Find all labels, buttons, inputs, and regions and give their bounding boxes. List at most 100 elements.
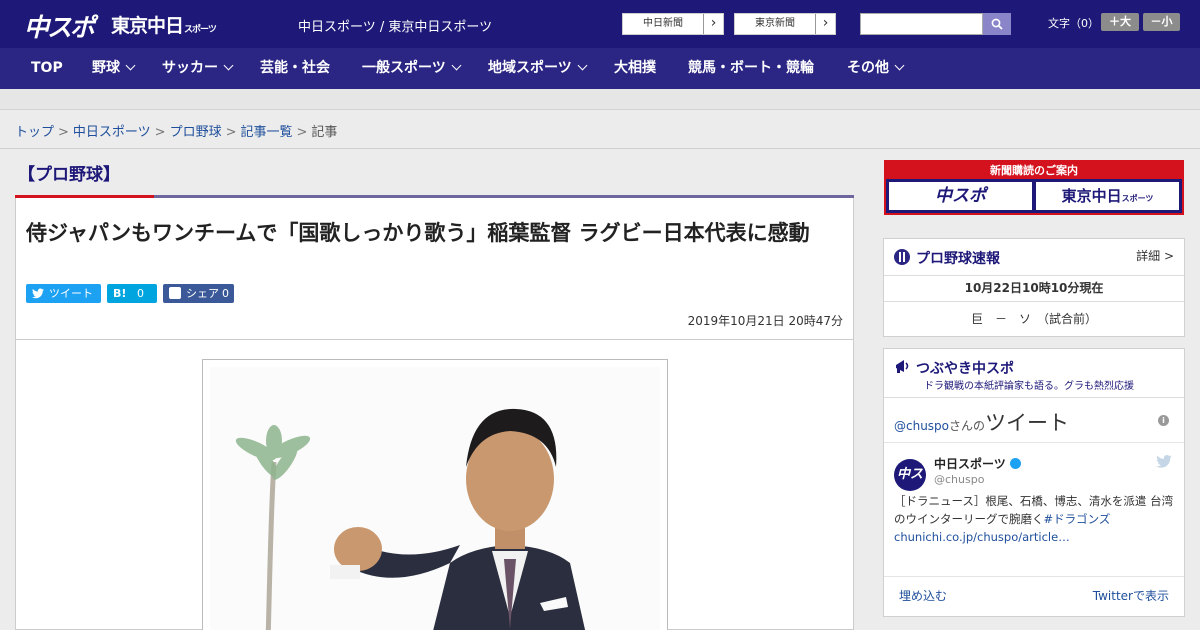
font-size-label: 文字（0）: [1048, 17, 1099, 30]
baseball-live-time: 10月22日10時10分現在: [964, 281, 1104, 295]
nav-soccer[interactable]: サッカー: [162, 48, 234, 89]
tokyo-chunichi-sports-link[interactable]: 東京中日スポーツ: [388, 20, 492, 35]
megaphone-icon: [896, 360, 909, 373]
article-headline: 侍ジャパンもワンチームで「国歌しっかり歌う」稲葉監督 ラグビー日本代表に感動: [26, 221, 810, 245]
tweet-body-text: ［ドラニュース］根尾、石橋、博志、清水を派遣 台湾のウインターリーグで腕磨く: [894, 494, 1174, 526]
tweet-body: ［ドラニュース］根尾、石橋、博志、清水を派遣 台湾のウインターリーグで腕磨く#ド…: [894, 492, 1174, 546]
article-category: 【プロ野球】: [18, 165, 120, 185]
font-larger-button[interactable]: ＋大: [1101, 13, 1139, 31]
twitter-handle-link[interactable]: @chuspo: [894, 419, 949, 433]
tokyo-chunichi-logo[interactable]: 東京中日スポーツ: [111, 11, 217, 38]
twitter-embed-link[interactable]: 埋め込む: [899, 587, 947, 604]
breadcrumb-current: 記事: [311, 125, 338, 140]
site-link-separator: /: [375, 20, 389, 35]
chuspo-logo[interactable]: 中スポ: [24, 8, 95, 44]
verified-icon: [1009, 458, 1021, 469]
chunichi-sports-link[interactable]: 中日スポーツ: [298, 20, 376, 35]
subscribe-tokyo-chunichi-logo[interactable]: 東京中日スポーツ: [1036, 182, 1179, 210]
chevron-down-icon: [894, 60, 905, 71]
view-on-twitter-link[interactable]: Twitterで表示: [1093, 587, 1169, 604]
avatar[interactable]: 中ス: [894, 459, 926, 491]
chevron-down-icon: [125, 60, 136, 71]
twitter-timeline-header: @chuspoさんのツイート: [894, 407, 1069, 437]
article-container: 侍ジャパンもワンチームで「国歌しっかり歌う」稲葉監督 ラグビー日本代表に感動 ツ…: [15, 198, 854, 630]
breadcrumb-article-list[interactable]: 記事一覧: [241, 125, 293, 140]
chevron-down-icon: [577, 60, 588, 71]
breadcrumb-chunichi-sports[interactable]: 中日スポーツ: [73, 125, 151, 140]
nav-local-sports-label: 地域スポーツ: [488, 60, 572, 76]
baseball-live-detail-link[interactable]: 詳細 >: [1136, 247, 1174, 264]
facebook-icon: [169, 287, 181, 299]
main-nav: TOP 野球 サッカー 芸能・社会 一般スポーツ 地域スポーツ 大相撲 競馬・ボ…: [0, 48, 1200, 89]
breadcrumb-separator: >: [225, 125, 237, 140]
nav-baseball[interactable]: 野球: [92, 48, 136, 89]
hatena-bookmark-button[interactable]: B! 0: [107, 284, 157, 303]
article-photo-frame: [202, 359, 668, 630]
chevron-right-icon: ›: [703, 14, 723, 34]
twitter-timeline-title: ツイート: [985, 411, 1070, 435]
search-input[interactable]: [860, 13, 983, 35]
nav-local-sports[interactable]: 地域スポーツ: [488, 48, 588, 89]
subscription-title: 新聞購読のご案内: [990, 164, 1078, 177]
live-divider: [884, 275, 1184, 276]
tsubuyaki-subtitle: ドラ観戦の本紙評論家も語る。グラも熱烈応援: [924, 381, 1134, 392]
nav-keiba-label: 競馬・ボート・競輪: [688, 60, 814, 76]
tokyo-chunichi-logo-sub: スポーツ: [184, 25, 217, 35]
nav-sumo-label: 大相撲: [614, 60, 656, 76]
article-photo[interactable]: [210, 367, 660, 630]
breadcrumb-separator: >: [58, 125, 69, 140]
nav-sumo[interactable]: 大相撲: [614, 48, 656, 89]
nav-general-sports-label: 一般スポーツ: [362, 60, 446, 76]
tokyo-shimbun-button[interactable]: 東京新聞 ›: [734, 13, 836, 35]
chevron-down-icon: [451, 60, 462, 71]
info-icon[interactable]: i: [1158, 415, 1169, 426]
tweet-label: ツイート: [49, 287, 93, 300]
subscribe-tokyo-chunichi-text: 東京中日: [1061, 187, 1122, 205]
tweet-user-name-text: 中日スポーツ: [934, 457, 1006, 471]
chunichi-shimbun-button[interactable]: 中日新聞 ›: [622, 13, 724, 35]
breadcrumb-pro-baseball[interactable]: プロ野球: [170, 125, 222, 140]
header-spacer: [0, 89, 1200, 110]
nav-baseball-label: 野球: [92, 60, 120, 76]
tweet-user-handle[interactable]: @chuspo: [934, 473, 984, 486]
search-button[interactable]: [983, 13, 1011, 35]
twitter-divider: [884, 576, 1184, 577]
breadcrumb: トップ > 中日スポーツ > プロ野球 > 記事一覧 > 記事: [15, 121, 337, 140]
nav-entertainment[interactable]: 芸能・社会: [260, 48, 330, 89]
subscribe-tokyo-chunichi-sub: スポーツ: [1121, 194, 1154, 203]
tokyo-shimbun-label: 東京新聞: [755, 18, 795, 29]
tweet-user-name[interactable]: 中日スポーツ: [934, 455, 1021, 472]
font-smaller-button[interactable]: －小: [1143, 13, 1180, 31]
article-date: 2019年10月21日 20時47分: [687, 314, 843, 328]
nav-top-label: TOP: [31, 60, 63, 76]
tweet-button[interactable]: ツイート: [26, 284, 101, 303]
subscription-banner[interactable]: 新聞購読のご案内 中スポ 東京中日スポーツ: [884, 160, 1184, 215]
twitter-divider: [884, 442, 1184, 443]
breadcrumb-separator: >: [296, 125, 308, 140]
twitter-divider: [884, 397, 1184, 398]
nav-top[interactable]: TOP: [31, 48, 63, 89]
nav-general-sports[interactable]: 一般スポーツ: [362, 48, 462, 89]
nav-soccer-label: サッカー: [162, 60, 218, 76]
twitter-bird-icon[interactable]: [1156, 455, 1172, 468]
nav-other[interactable]: その他: [847, 48, 905, 89]
nav-entertainment-label: 芸能・社会: [260, 60, 330, 76]
nav-other-label: その他: [847, 60, 889, 76]
facebook-share-button[interactable]: シェア 0: [163, 284, 234, 303]
baseball-icon: [894, 249, 910, 265]
baseball-live-widget: プロ野球速報 詳細 > 10月22日10時10分現在 巨 － ソ （試合前）: [883, 238, 1185, 337]
twitter-bird-icon: [32, 288, 44, 299]
facebook-share-count: 0: [222, 287, 229, 300]
search-icon: [991, 18, 1003, 30]
nav-keiba[interactable]: 競馬・ボート・競輪: [688, 48, 814, 89]
twitter-handle-suffix: さんの: [949, 419, 986, 433]
tokyo-chunichi-logo-text: 東京中日: [111, 15, 184, 37]
baseball-live-score[interactable]: 巨 － ソ （試合前）: [884, 310, 1184, 327]
breadcrumb-top[interactable]: トップ: [15, 125, 54, 140]
twitter-widget: つぶやき中スポ ドラ観戦の本紙評論家も語る。グラも熱烈応援 @chuspoさんの…: [883, 348, 1185, 617]
site-header: 中スポ 東京中日スポーツ 中日スポーツ / 東京中日スポーツ 中日新聞 › 東京…: [0, 0, 1200, 48]
tsubuyaki-title: つぶやき中スポ: [916, 361, 1014, 377]
subscribe-chuspo-logo[interactable]: 中スポ: [889, 182, 1032, 210]
breadcrumb-separator: >: [154, 125, 166, 140]
manager-photo-illustration: [235, 408, 586, 630]
